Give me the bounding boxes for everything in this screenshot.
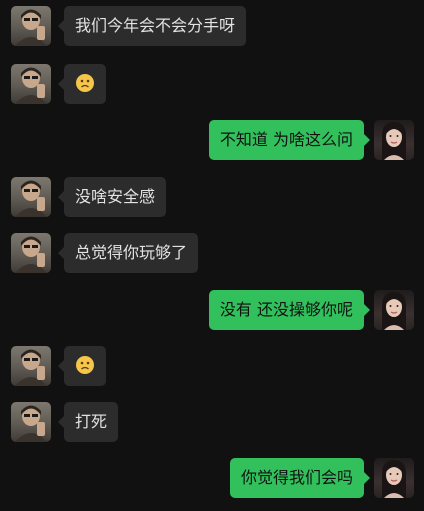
message-row-incoming: 我们今年会不会分手呀 bbox=[0, 6, 424, 48]
contact-avatar[interactable] bbox=[11, 233, 51, 273]
slightly-frowning-face-icon bbox=[76, 74, 94, 92]
female-avatar-icon bbox=[382, 292, 406, 330]
contact-avatar[interactable] bbox=[11, 6, 51, 46]
message-row-incoming bbox=[0, 64, 424, 106]
my-avatar[interactable] bbox=[374, 290, 414, 330]
chat-conversation: 我们今年会不会分手呀 不知道 为啥这么问 没啥安全感 总觉得你玩够了 没有 还没… bbox=[0, 0, 424, 511]
bubble-tail bbox=[364, 472, 370, 484]
bubble-tail bbox=[58, 191, 64, 203]
bubble-tail bbox=[58, 20, 64, 32]
message-row-incoming: 总觉得你玩够了 bbox=[0, 233, 424, 275]
message-row-outgoing: 不知道 为啥这么问 bbox=[0, 120, 424, 162]
message-text: 你觉得我们会吗 bbox=[240, 468, 353, 487]
male-avatar-icon bbox=[15, 67, 47, 104]
message-bubble[interactable]: 总觉得你玩够了 bbox=[58, 233, 199, 273]
contact-avatar[interactable] bbox=[11, 177, 51, 217]
message-bubble[interactable]: 不知道 为啥这么问 bbox=[208, 120, 370, 160]
message-text: 没啥安全感 bbox=[75, 187, 156, 206]
message-bubble[interactable]: 我们今年会不会分手呀 bbox=[58, 6, 247, 46]
male-avatar-icon bbox=[15, 236, 47, 273]
contact-avatar[interactable] bbox=[11, 64, 51, 104]
message-row-outgoing: 没有 还没操够你呢 bbox=[0, 290, 424, 332]
message-bubble[interactable]: 没有 还没操够你呢 bbox=[208, 290, 370, 330]
message-row-incoming: 没啥安全感 bbox=[0, 177, 424, 219]
contact-avatar[interactable] bbox=[11, 402, 51, 442]
bubble-tail bbox=[364, 134, 370, 146]
my-avatar[interactable] bbox=[374, 458, 414, 498]
bubble-tail bbox=[364, 304, 370, 316]
message-bubble[interactable] bbox=[58, 346, 106, 386]
message-bubble[interactable]: 你觉得我们会吗 bbox=[229, 458, 370, 498]
message-text: 打死 bbox=[75, 412, 108, 431]
message-bubble[interactable]: 打死 bbox=[58, 402, 119, 442]
my-avatar[interactable] bbox=[374, 120, 414, 160]
message-row-incoming bbox=[0, 346, 424, 388]
message-text: 我们今年会不会分手呀 bbox=[75, 16, 236, 35]
message-text: 没有 还没操够你呢 bbox=[219, 300, 353, 319]
male-avatar-icon bbox=[15, 405, 47, 442]
male-avatar-icon bbox=[15, 349, 47, 386]
bubble-tail bbox=[58, 78, 64, 90]
female-avatar-icon bbox=[382, 122, 406, 160]
female-avatar-icon bbox=[382, 460, 406, 498]
message-text: 总觉得你玩够了 bbox=[75, 243, 188, 262]
message-row-outgoing: 你觉得我们会吗 bbox=[0, 458, 424, 500]
contact-avatar[interactable] bbox=[11, 346, 51, 386]
message-bubble[interactable] bbox=[58, 64, 106, 104]
bubble-tail bbox=[58, 416, 64, 428]
slightly-frowning-face-icon bbox=[76, 356, 94, 374]
message-text: 不知道 为啥这么问 bbox=[219, 130, 353, 149]
bubble-tail bbox=[58, 360, 64, 372]
message-bubble[interactable]: 没啥安全感 bbox=[58, 177, 167, 217]
male-avatar-icon bbox=[15, 180, 47, 217]
bubble-tail bbox=[58, 247, 64, 259]
male-avatar-icon bbox=[15, 9, 47, 46]
message-row-incoming: 打死 bbox=[0, 402, 424, 444]
